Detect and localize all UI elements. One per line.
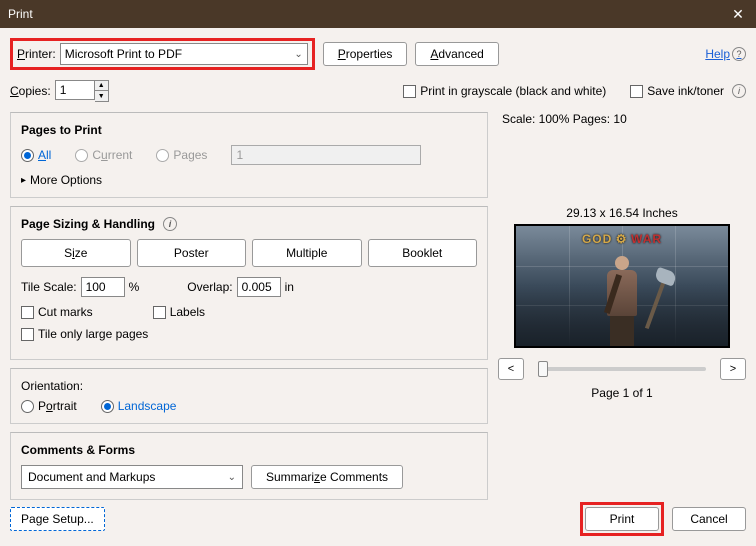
slider-thumb[interactable] [538,361,548,377]
overlap-unit: in [285,280,294,294]
more-options-toggle[interactable]: ▸ More Options [21,173,102,187]
overlap-input[interactable] [237,277,281,297]
tilelarge-label: Tile only large pages [38,327,148,341]
properties-button[interactable]: Properties [323,42,408,66]
handling-title: Page Sizing & Handling i [21,217,477,231]
prev-page-button[interactable]: < [498,358,524,380]
help-icon: ? [732,47,746,61]
help-link[interactable]: Help ? [705,47,746,61]
pages-all-radio[interactable]: All [21,148,51,162]
printer-highlight-box: Printer: Microsoft Print to PDF ⌄ [10,38,315,70]
checkbox-icon [630,85,643,98]
overlap-label: Overlap: [187,280,232,294]
cancel-button[interactable]: Cancel [672,507,746,531]
comments-title: Comments & Forms [21,443,477,457]
scale-info: Scale: 100% Pages: 10 [502,112,746,126]
window-title: Print [8,7,728,21]
comments-combo[interactable]: Document and Markups ⌄ [21,465,243,489]
comments-combo-value: Document and Markups [28,470,155,484]
grayscale-checkbox[interactable]: Print in grayscale (black and white) [403,84,606,98]
checkbox-icon [153,306,166,319]
printer-label: Printer: [17,47,56,61]
copies-input[interactable] [55,80,95,100]
chevron-down-icon: ⌄ [294,49,302,60]
radio-icon [21,149,34,162]
saveink-label: Save ink/toner [647,84,724,98]
tile-scale-label: Tile Scale: [21,280,77,294]
close-icon[interactable]: ✕ [728,6,748,23]
printer-select[interactable]: Microsoft Print to PDF ⌄ [60,43,308,65]
chevron-down-icon: ⌄ [228,472,236,483]
preview-dimensions: 29.13 x 16.54 Inches [498,206,746,220]
radio-icon [75,149,88,162]
pages-range-input [231,145,421,165]
booklet-button[interactable]: Booklet [368,239,478,267]
copies-spinner[interactable]: ▲ ▼ [55,80,109,102]
game-logo: GOD ⚙ WAR [582,232,662,246]
character-figure [600,256,644,346]
portrait-radio[interactable]: Portrait [21,399,77,413]
advanced-button[interactable]: Advanced [415,42,498,66]
saveink-checkbox[interactable]: Save ink/toner [630,84,724,98]
next-page-button[interactable]: > [720,358,746,380]
copies-label: Copies: [10,84,51,98]
pages-to-print-title: Pages to Print [21,123,477,137]
cutmarks-checkbox[interactable]: Cut marks [21,305,93,319]
pages-pages-radio[interactable]: Pages [156,148,207,162]
checkbox-icon [403,85,416,98]
checkbox-icon [21,306,34,319]
size-button[interactable]: Size [21,239,131,267]
print-preview: GOD ⚙ WAR [514,224,730,348]
labels-checkbox[interactable]: Labels [153,305,205,319]
page-slider[interactable] [538,367,706,371]
radio-icon [101,400,114,413]
grayscale-label: Print in grayscale (black and white) [420,84,606,98]
landscape-radio[interactable]: Landscape [101,399,177,413]
page-indicator: Page 1 of 1 [498,386,746,400]
orientation-title: Orientation: [21,379,477,393]
tile-scale-input[interactable] [81,277,125,297]
poster-button[interactable]: Poster [137,239,247,267]
pages-current-radio[interactable]: Current [75,148,132,162]
multiple-button[interactable]: Multiple [252,239,362,267]
triangle-right-icon: ▸ [21,175,26,186]
spin-down-icon[interactable]: ▼ [95,91,108,101]
info-icon[interactable]: i [732,84,746,98]
radio-icon [156,149,169,162]
labels-label: Labels [170,305,205,319]
print-highlight-box: Print [580,502,664,536]
spin-up-icon[interactable]: ▲ [95,81,108,91]
checkbox-icon [21,328,34,341]
radio-icon [21,400,34,413]
printer-value: Microsoft Print to PDF [65,47,182,61]
tile-scale-unit: % [129,280,140,294]
cutmarks-label: Cut marks [38,305,93,319]
print-button[interactable]: Print [585,507,659,531]
summarize-button[interactable]: Summarize Comments [251,465,403,489]
page-setup-button[interactable]: Page Setup... [10,507,105,531]
info-icon[interactable]: i [163,217,177,231]
tilelarge-checkbox[interactable]: Tile only large pages [21,327,148,341]
